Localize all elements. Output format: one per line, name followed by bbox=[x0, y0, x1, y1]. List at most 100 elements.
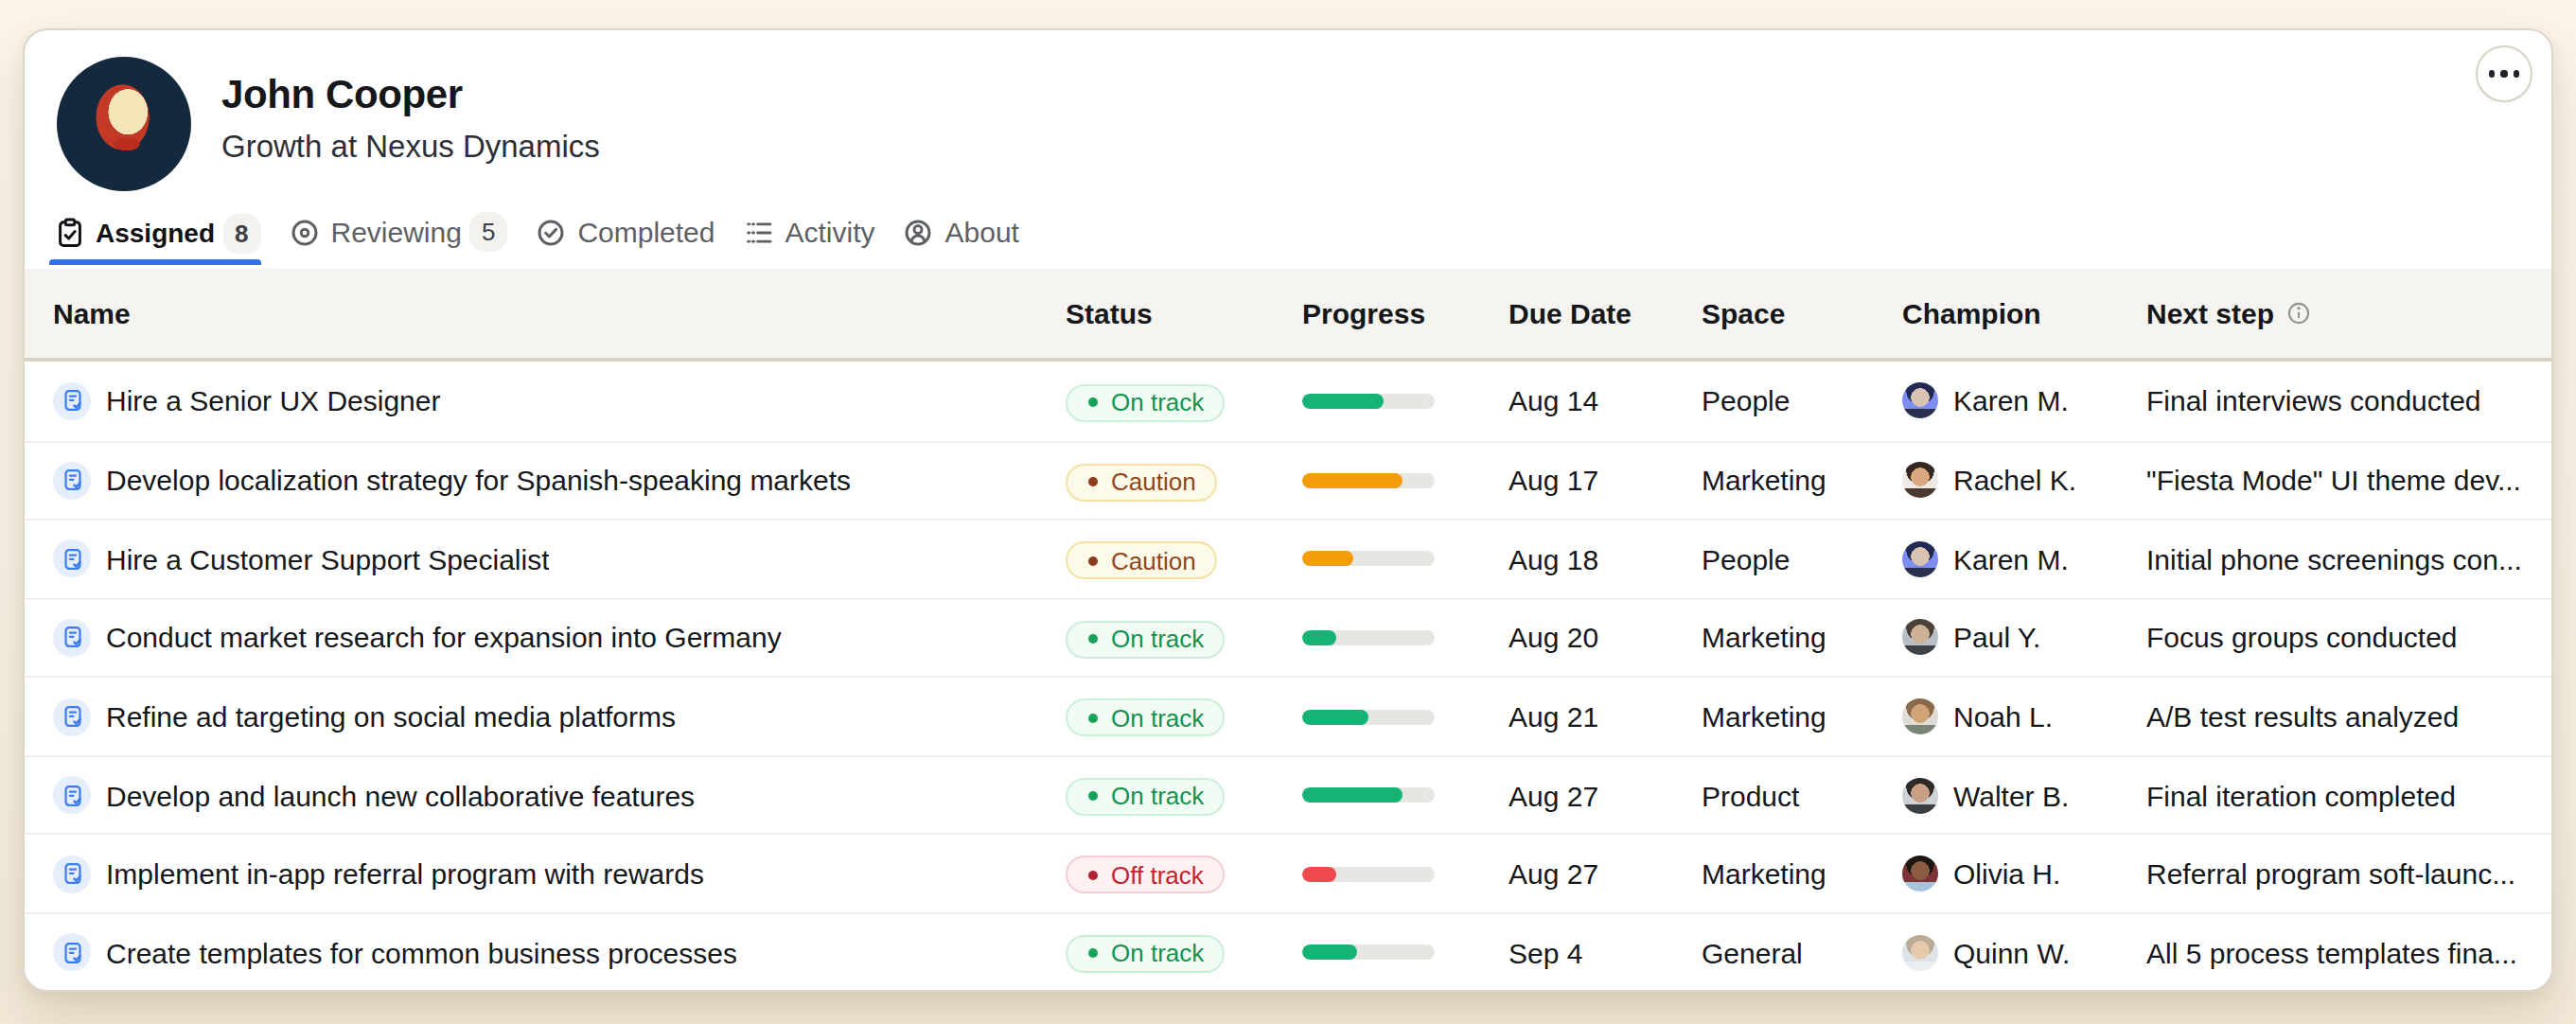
champion-name: Quinn W. bbox=[1953, 936, 2070, 968]
table-row[interactable]: Implement in-app referral program with r… bbox=[25, 834, 2551, 912]
champion-name: Paul Y. bbox=[1953, 622, 2040, 654]
table-row[interactable]: Hire a Senior UX Designer On track Aug 1… bbox=[25, 362, 2551, 440]
profile-card: John Cooper Growth at Nexus Dynamics Ass… bbox=[23, 28, 2553, 992]
space: Marketing bbox=[1702, 700, 1902, 733]
progress-bar bbox=[1302, 630, 1435, 645]
progress-bar bbox=[1302, 552, 1435, 567]
profile-header: John Cooper Growth at Nexus Dynamics bbox=[25, 30, 2551, 191]
page-title: John Cooper bbox=[221, 72, 600, 117]
champion-avatar bbox=[1902, 856, 1938, 892]
progress-bar bbox=[1302, 709, 1435, 724]
task-icon bbox=[53, 382, 91, 420]
due-date: Sep 4 bbox=[1509, 936, 1702, 968]
task-name: Hire a Senior UX Designer bbox=[106, 385, 441, 417]
profile-text: John Cooper Growth at Nexus Dynamics bbox=[221, 57, 600, 191]
next-step: Focus groups conducted bbox=[2146, 622, 2529, 654]
list-icon bbox=[743, 217, 773, 247]
status-badge: On track bbox=[1066, 699, 1225, 737]
progress-fill bbox=[1302, 945, 1356, 960]
task-icon bbox=[53, 462, 91, 500]
page: John Cooper Growth at Nexus Dynamics Ass… bbox=[0, 0, 2576, 1024]
column-header-progress: Progress bbox=[1302, 297, 1509, 329]
space: Marketing bbox=[1702, 622, 1902, 654]
status-dot-icon bbox=[1088, 477, 1098, 486]
status-badge: On track bbox=[1066, 383, 1225, 421]
task-icon bbox=[53, 619, 91, 657]
champion-avatar bbox=[1902, 934, 1938, 970]
column-header-space: Space bbox=[1702, 297, 1902, 329]
next-step: Final iteration completed bbox=[2146, 779, 2529, 811]
champion-name: Rachel K. bbox=[1953, 465, 2076, 497]
clipboard-check-icon bbox=[54, 218, 84, 248]
champion-name: Noah L. bbox=[1953, 700, 2053, 733]
table-row[interactable]: Develop localization strategy for Spanis… bbox=[25, 440, 2551, 519]
column-header-name: Name bbox=[53, 297, 1066, 329]
column-header-champion: Champion bbox=[1902, 297, 2146, 329]
task-name: Conduct market research for expansion in… bbox=[106, 622, 782, 654]
status-dot-icon bbox=[1088, 634, 1098, 644]
task-name: Develop localization strategy for Spanis… bbox=[106, 465, 851, 497]
champion-name: Walter B. bbox=[1953, 779, 2069, 811]
status-dot-icon bbox=[1088, 556, 1098, 565]
status-dot-icon bbox=[1088, 714, 1098, 723]
space: General bbox=[1702, 936, 1902, 968]
table-row[interactable]: Hire a Customer Support Specialist Cauti… bbox=[25, 519, 2551, 597]
tab-assigned[interactable]: Assigned8 bbox=[54, 218, 261, 265]
tab-bar: Assigned8 Reviewing5 Completed Activity Abou… bbox=[25, 216, 2551, 265]
progress-fill bbox=[1302, 394, 1383, 409]
info-icon bbox=[2285, 301, 2310, 326]
task-name: Hire a Customer Support Specialist bbox=[106, 543, 550, 575]
tab-activity[interactable]: Activity bbox=[743, 216, 874, 265]
due-date: Aug 17 bbox=[1509, 465, 1702, 497]
profile-subtitle: Growth at Nexus Dynamics bbox=[221, 129, 600, 165]
space: Marketing bbox=[1702, 465, 1902, 497]
progress-bar bbox=[1302, 473, 1435, 488]
task-icon bbox=[53, 933, 91, 971]
next-step: "Fiesta Mode" UI theme dev... bbox=[2146, 465, 2529, 497]
space: People bbox=[1702, 543, 1902, 575]
tab-count-badge: 8 bbox=[222, 213, 260, 253]
champion-name: Olivia H. bbox=[1953, 857, 2060, 890]
more-options-button[interactable] bbox=[2476, 45, 2532, 102]
progress-fill bbox=[1302, 787, 1402, 803]
champion-name: Karen M. bbox=[1953, 385, 2069, 417]
champion-avatar bbox=[1902, 777, 1938, 813]
table-header: Name Status Progress Due Date Space Cham… bbox=[25, 269, 2551, 362]
space: Product bbox=[1702, 779, 1902, 811]
tab-completed[interactable]: Completed bbox=[536, 216, 715, 265]
task-icon bbox=[53, 540, 91, 578]
check-circle-icon bbox=[536, 217, 566, 247]
status-dot-icon bbox=[1088, 871, 1098, 880]
space: Marketing bbox=[1702, 857, 1902, 890]
due-date: Aug 18 bbox=[1509, 543, 1702, 575]
task-name: Refine ad targeting on social media plat… bbox=[106, 700, 676, 733]
task-name: Develop and launch new collaborative fea… bbox=[106, 779, 695, 811]
due-date: Aug 20 bbox=[1509, 622, 1702, 654]
status-badge: On track bbox=[1066, 620, 1225, 658]
avatar bbox=[57, 57, 191, 191]
status-badge: Off track bbox=[1066, 856, 1225, 894]
due-date: Aug 21 bbox=[1509, 700, 1702, 733]
space: People bbox=[1702, 385, 1902, 417]
ellipsis-icon bbox=[2489, 71, 2496, 78]
column-header-due-date: Due Date bbox=[1509, 297, 1702, 329]
progress-bar bbox=[1302, 787, 1435, 803]
status-badge: Caution bbox=[1066, 541, 1217, 579]
progress-fill bbox=[1302, 473, 1402, 488]
status-dot-icon bbox=[1088, 949, 1098, 959]
task-name: Implement in-app referral program with r… bbox=[106, 857, 704, 890]
champion-avatar bbox=[1902, 463, 1938, 499]
progress-bar bbox=[1302, 945, 1435, 960]
champion-avatar bbox=[1902, 541, 1938, 577]
status-badge: On track bbox=[1066, 935, 1225, 973]
status-dot-icon bbox=[1088, 792, 1098, 802]
table-row[interactable]: Develop and launch new collaborative fea… bbox=[25, 755, 2551, 834]
tab-reviewing[interactable]: Reviewing5 bbox=[290, 216, 508, 265]
tab-about[interactable]: About bbox=[904, 216, 1019, 265]
status-badge: On track bbox=[1066, 778, 1225, 816]
table-row[interactable]: Conduct market research for expansion in… bbox=[25, 597, 2551, 676]
table-row[interactable]: Refine ad targeting on social media plat… bbox=[25, 677, 2551, 755]
table-row[interactable]: Create templates for common business pro… bbox=[25, 912, 2551, 991]
status-dot-icon bbox=[1088, 397, 1098, 407]
progress-fill bbox=[1302, 709, 1368, 724]
